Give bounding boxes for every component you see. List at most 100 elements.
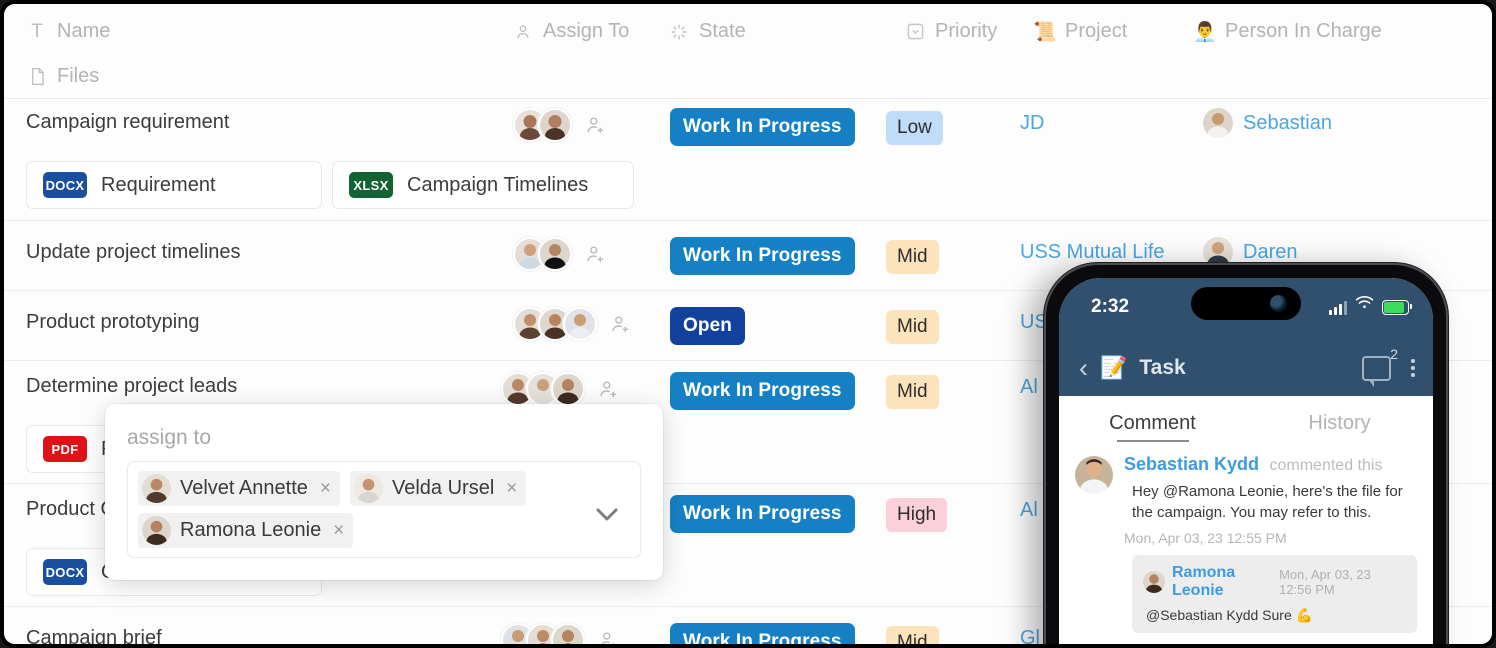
- column-header-state[interactable]: State: [668, 20, 746, 43]
- comment-author[interactable]: Sebastian Kydd: [1124, 454, 1259, 474]
- project-link[interactable]: USS Mutual Life: [1020, 241, 1165, 264]
- state-cell[interactable]: Open: [670, 307, 745, 345]
- status-badge[interactable]: Work In Progress: [670, 495, 855, 533]
- assign-to-field[interactable]: Velvet Annette × Velda Ursel × Ramona Le…: [127, 461, 641, 558]
- tab-comment[interactable]: Comment: [1059, 396, 1246, 450]
- project-cell[interactable]: USS Mutual Life: [1020, 241, 1165, 264]
- task-name-cell[interactable]: Product O: [26, 498, 116, 521]
- avatar-group[interactable]: [513, 307, 597, 341]
- priority-badge[interactable]: Mid: [886, 240, 939, 274]
- avatar-group[interactable]: [501, 372, 585, 406]
- column-header-name[interactable]: T Name: [26, 20, 110, 43]
- column-header-state-label: State: [699, 20, 746, 42]
- status-badge[interactable]: Work In Progress: [670, 108, 855, 146]
- project-cell[interactable]: Al: [1020, 376, 1038, 399]
- add-person-icon[interactable]: [584, 114, 606, 136]
- project-link[interactable]: JD: [1020, 112, 1044, 135]
- priority-badge[interactable]: Mid: [886, 375, 939, 409]
- assignee-avatars-cell[interactable]: [513, 108, 606, 142]
- project-link[interactable]: Gl: [1020, 627, 1040, 644]
- task-name-cell[interactable]: Determine project leads: [26, 375, 237, 398]
- task-name-cell[interactable]: Product prototyping: [26, 311, 199, 334]
- wifi-icon: [1355, 295, 1374, 315]
- avatar[interactable]: [563, 307, 597, 341]
- priority-badge[interactable]: Low: [886, 111, 943, 145]
- comment-item: Sebastian Kydd commented this Hey @Ramon…: [1075, 454, 1417, 634]
- assignee-chip[interactable]: Ramona Leonie ×: [138, 513, 354, 548]
- assignee-avatars-cell[interactable]: [513, 237, 606, 271]
- avatar[interactable]: [1203, 108, 1233, 138]
- file-chip[interactable]: DOCX Requirement: [26, 161, 322, 209]
- phone-tabs: Comment History: [1059, 396, 1433, 450]
- state-cell[interactable]: Work In Progress: [670, 372, 855, 410]
- remove-chip-icon[interactable]: ×: [506, 478, 517, 500]
- add-person-icon[interactable]: [609, 313, 631, 335]
- comment-icon[interactable]: 2: [1362, 346, 1398, 387]
- task-name-cell[interactable]: Campaign requirement: [26, 111, 229, 134]
- remove-chip-icon[interactable]: ×: [333, 520, 344, 542]
- phone-screen: 2:32 ‹ 📝 Task 2 Comment History Sebastia…: [1059, 278, 1433, 644]
- state-cell[interactable]: Work In Progress: [670, 237, 855, 275]
- priority-badge[interactable]: High: [886, 498, 948, 532]
- status-badge[interactable]: Open: [670, 307, 745, 345]
- project-link[interactable]: Al: [1020, 499, 1038, 522]
- priority-cell[interactable]: Mid: [886, 240, 939, 274]
- avatar-group[interactable]: [513, 108, 572, 142]
- priority-badge[interactable]: Mid: [886, 626, 939, 644]
- assignee-avatars-cell[interactable]: [501, 372, 619, 406]
- state-cell[interactable]: Work In Progress: [670, 623, 855, 644]
- project-cell[interactable]: Al: [1020, 499, 1038, 522]
- priority-cell[interactable]: Mid: [886, 310, 939, 344]
- priority-badge[interactable]: Mid: [886, 310, 939, 344]
- project-cell[interactable]: Gl: [1020, 627, 1040, 644]
- task-name-cell[interactable]: Campaign brief: [26, 627, 162, 644]
- priority-cell[interactable]: High: [886, 498, 948, 532]
- task-name-cell[interactable]: Update project timelines: [26, 241, 241, 264]
- back-icon[interactable]: ‹: [1079, 354, 1088, 382]
- avatar[interactable]: [538, 237, 572, 271]
- reply-header: Ramona Leonie Mon, Apr 03, 23 12:56 PM: [1143, 564, 1406, 600]
- priority-cell[interactable]: Mid: [886, 375, 939, 409]
- project-link[interactable]: Al: [1020, 376, 1038, 399]
- comment-action: commented this: [1269, 457, 1383, 474]
- column-header-project[interactable]: 📜 Project: [1033, 20, 1127, 43]
- file-name: Campaign Timelines: [407, 173, 589, 196]
- tab-history[interactable]: History: [1246, 396, 1433, 450]
- state-cell[interactable]: Work In Progress: [670, 495, 855, 533]
- status-badge[interactable]: Work In Progress: [670, 372, 855, 410]
- table-row[interactable]: Campaign requirement Work In Progress Lo…: [4, 99, 1492, 221]
- person-in-charge-name[interactable]: Sebastian: [1243, 112, 1332, 135]
- avatar-group[interactable]: [513, 237, 572, 271]
- avatar-group[interactable]: [501, 623, 585, 644]
- avatar[interactable]: [538, 108, 572, 142]
- more-options-icon[interactable]: [1411, 359, 1415, 377]
- column-header-priority[interactable]: Priority: [904, 20, 997, 43]
- assignee-name: Velvet Annette: [180, 477, 308, 499]
- priority-cell[interactable]: Mid: [886, 626, 939, 644]
- column-header-assign-to[interactable]: Assign To: [512, 20, 629, 43]
- person-in-charge-name[interactable]: Daren: [1243, 241, 1297, 264]
- column-header-person-in-charge[interactable]: 👨‍💼 Person In Charge: [1193, 20, 1382, 43]
- project-cell[interactable]: JD: [1020, 112, 1044, 135]
- office-worker-icon: 👨‍💼: [1193, 21, 1217, 43]
- priority-cell[interactable]: Low: [886, 111, 943, 145]
- assign-to-popup[interactable]: assign to Velvet Annette × Velda Ursel ×…: [105, 404, 663, 580]
- add-person-icon[interactable]: [584, 243, 606, 265]
- column-header-files[interactable]: Files: [26, 65, 99, 88]
- avatar[interactable]: [551, 372, 585, 406]
- assignee-chip[interactable]: Velda Ursel ×: [350, 471, 527, 506]
- assignee-avatars-cell[interactable]: [513, 307, 631, 341]
- remove-chip-icon[interactable]: ×: [320, 478, 331, 500]
- status-badge[interactable]: Work In Progress: [670, 237, 855, 275]
- assignee-chip[interactable]: Velvet Annette ×: [138, 471, 340, 506]
- add-person-icon[interactable]: [597, 378, 619, 400]
- reply-author[interactable]: Ramona Leonie: [1172, 564, 1272, 600]
- file-chip[interactable]: XLSX Campaign Timelines: [332, 161, 634, 209]
- add-person-icon[interactable]: [597, 629, 619, 644]
- chevron-down-icon[interactable]: [592, 504, 622, 529]
- assignee-avatars-cell[interactable]: [501, 623, 619, 644]
- status-badge[interactable]: Work In Progress: [670, 623, 855, 644]
- avatar[interactable]: [551, 623, 585, 644]
- state-cell[interactable]: Work In Progress: [670, 108, 855, 146]
- person-in-charge-cell[interactable]: Sebastian: [1203, 108, 1332, 138]
